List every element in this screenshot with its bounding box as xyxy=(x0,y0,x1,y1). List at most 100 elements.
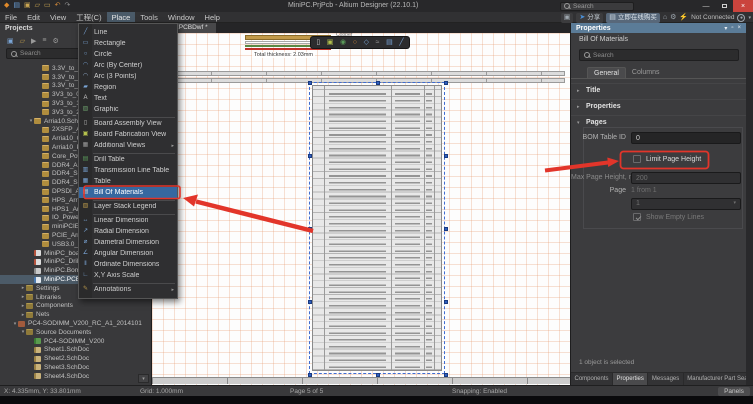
menu-item-line[interactable]: ╱Line xyxy=(79,27,177,38)
open-icon[interactable]: ▱ xyxy=(35,1,40,11)
menu-item-rectangle[interactable]: ▭Rectangle xyxy=(79,38,177,49)
project-structure-icon[interactable]: ≡ xyxy=(42,37,46,44)
show-empty-lines-checkbox[interactable] xyxy=(633,213,641,221)
connection-status[interactable]: Not Connected xyxy=(691,14,734,21)
minimize-button[interactable]: — xyxy=(698,0,714,12)
tree-item-components[interactable]: ▸Components xyxy=(0,302,151,311)
canvas-horizontal-scrollbar[interactable] xyxy=(152,377,570,384)
menu-item-linear-dimension[interactable]: ↔Linear Dimension xyxy=(79,215,177,226)
menu-tools[interactable]: Tools xyxy=(135,12,163,22)
settings-icon[interactable]: ⚙ xyxy=(53,37,59,45)
tree-item-nets[interactable]: ▸Nets xyxy=(0,310,151,319)
restore-button[interactable] xyxy=(716,0,732,12)
new-document-icon[interactable]: ▤ xyxy=(13,1,20,11)
selection-handle[interactable] xyxy=(444,81,448,85)
menu-item-transmission-line-table[interactable]: ▥Transmission Line Table xyxy=(79,165,177,176)
menu-item-additional-views[interactable]: ▦Additional Views▸ xyxy=(79,140,177,151)
menu-c[interactable]: 工程(C) xyxy=(71,12,106,22)
menu-item-angular-dimension[interactable]: ∠Angular Dimension xyxy=(79,248,177,259)
panel-close-icon[interactable]: × xyxy=(737,25,741,32)
menu-window[interactable]: Window xyxy=(163,12,200,22)
undo-icon[interactable]: ↶ xyxy=(55,1,61,11)
menu-item-diametral-dimension[interactable]: ⌀Diametral Dimension xyxy=(79,237,177,248)
bom-table-id-field[interactable]: 0 xyxy=(631,132,741,144)
menu-item-arc-by-center[interactable]: ◠Arc (By Center) xyxy=(79,60,177,71)
menu-item-annotations[interactable]: ✎Annotations▸ xyxy=(79,284,177,295)
menu-help[interactable]: Help xyxy=(200,12,225,22)
selection-handle[interactable] xyxy=(444,227,448,231)
menu-item-ordinate-dimensions[interactable]: ‖Ordinate Dimensions xyxy=(79,259,177,270)
buy-online-button[interactable]: ▤立即在线购买 xyxy=(606,13,660,23)
menu-edit[interactable]: Edit xyxy=(22,12,45,22)
save-icon[interactable]: ▣ xyxy=(24,1,31,11)
selection-handle[interactable] xyxy=(444,154,448,158)
menu-item-label: Radial Dimension xyxy=(92,228,149,235)
menu-place[interactable]: Place xyxy=(107,12,136,22)
tree-item-sheet3-schdoc[interactable]: Sheet3.SchDoc xyxy=(0,363,151,372)
tree-item-sheet4-schdoc[interactable]: Sheet4.SchDoc xyxy=(0,372,151,381)
line-icon[interactable]: ╱ xyxy=(399,37,403,48)
home-icon[interactable]: ⌂ xyxy=(663,13,667,23)
board-fabrication-icon[interactable]: ▣ xyxy=(327,37,334,48)
menu-view[interactable]: View xyxy=(45,12,71,22)
menu-file[interactable]: File xyxy=(0,12,22,22)
bottom-tab-components[interactable]: Components xyxy=(571,373,613,385)
tree-item-source-documents[interactable]: ▾Source Documents xyxy=(0,328,151,337)
sheet-icon xyxy=(34,364,41,370)
menu-item-table[interactable]: ▦Table xyxy=(79,176,177,187)
tree-item-pc4-sodimm-v200-rc-a1-2014101[interactable]: ▾PC4-SODIMM_V200_RC_A1_2014101 xyxy=(0,319,151,328)
table-icon[interactable]: ▤ xyxy=(386,37,393,48)
tree-item-sheet2-schdoc[interactable]: Sheet2.SchDoc xyxy=(0,354,151,363)
draftsman-canvas[interactable]: CopperSurface Material Bottom SolderBott… xyxy=(152,33,570,385)
menu-item-arc-3-points[interactable]: ◠Arc (3 Points) xyxy=(79,71,177,82)
bottom-tab-properties[interactable]: Properties xyxy=(613,373,648,385)
menu-item-radial-dimension[interactable]: ↗Radial Dimension xyxy=(79,226,177,237)
selection-handle[interactable] xyxy=(444,300,448,304)
panel-pin-icon[interactable]: ▫ xyxy=(731,25,733,32)
tree-item-pc4-sodimm-v200[interactable]: PC4-SODIMM_V200 xyxy=(0,337,151,346)
compile-icon[interactable]: ▶ xyxy=(31,37,36,45)
save-icon[interactable]: ▣ xyxy=(7,37,14,45)
max-page-height-field[interactable]: 200 xyxy=(631,172,741,184)
gear-icon[interactable]: ⚙ xyxy=(670,13,676,23)
menu-item-text[interactable]: AText xyxy=(79,93,177,104)
panel-dropdown-icon[interactable]: ▾ xyxy=(724,25,727,32)
menu-item-drill-table[interactable]: ▤Drill Table xyxy=(79,154,177,165)
tree-item-sheet1-schdoc[interactable]: Sheet1.SchDoc xyxy=(0,346,151,355)
menu-item-graphic[interactable]: ▨Graphic xyxy=(79,104,177,115)
page-select[interactable]: 1 ▾ xyxy=(631,198,741,210)
drill-symbol-icon[interactable]: ◉ xyxy=(340,37,346,48)
comment-button[interactable]: ▣ xyxy=(561,13,574,23)
menu-item-circle[interactable]: ○Circle xyxy=(79,49,177,60)
limit-page-height-checkbox[interactable] xyxy=(633,155,641,163)
menu-item-bill-of-materials[interactable]: ▤Bill Of Materials xyxy=(79,187,177,198)
section-properties[interactable]: ▸Properties xyxy=(571,99,746,113)
global-search-box[interactable]: Search xyxy=(560,2,634,11)
board-assembly-icon[interactable]: ▯ xyxy=(316,37,320,48)
section-title[interactable]: ▸Title xyxy=(571,83,746,97)
tree-scroll-down-button[interactable]: ▾ xyxy=(138,374,149,383)
menu-item-x-y-axis-scale[interactable]: ∟X,Y Axis Scale xyxy=(79,270,177,281)
account-icon[interactable]: ● xyxy=(737,14,745,22)
tab-general[interactable]: General xyxy=(587,67,626,78)
dxp-logo[interactable]: ◆ xyxy=(4,1,9,11)
close-button[interactable]: × xyxy=(733,0,753,12)
tab-columns[interactable]: Columns xyxy=(626,67,666,78)
menu-item-board-fabrication-view[interactable]: ▣Board Fabrication View xyxy=(79,129,177,140)
bom-table-object[interactable] xyxy=(312,85,442,371)
bottom-tab-messages[interactable]: Messages xyxy=(648,373,683,385)
callout-icon[interactable]: ≈ xyxy=(376,37,380,48)
open-icon[interactable]: ▱ xyxy=(20,37,25,45)
menu-item-label: Arc (3 Points) xyxy=(92,73,136,80)
center-of-mass-icon[interactable]: ○ xyxy=(353,37,357,48)
menu-item-layer-stack-legend[interactable]: ▧Layer Stack Legend xyxy=(79,201,177,212)
panels-button[interactable]: Panels xyxy=(718,387,750,396)
properties-search-box[interactable]: Search xyxy=(579,49,739,61)
dimension-icon[interactable]: ◇ xyxy=(364,37,369,48)
bottom-tab-manufacturer-part-search[interactable]: Manufacturer Part Search xyxy=(684,373,746,385)
redo-icon[interactable]: ↷ xyxy=(65,1,71,11)
import-icon[interactable]: ▭ xyxy=(44,1,51,11)
share-button[interactable]: ➤分享 xyxy=(576,13,603,23)
menu-item-board-assembly-view[interactable]: ▯Board Assembly View xyxy=(79,118,177,129)
menu-item-region[interactable]: ▰Region xyxy=(79,82,177,93)
